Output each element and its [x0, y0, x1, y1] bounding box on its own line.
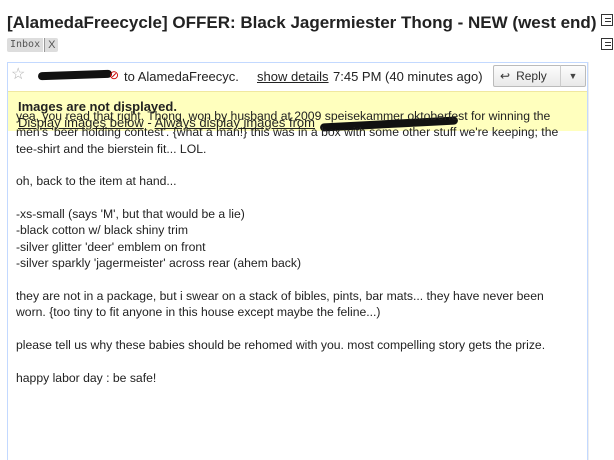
recipient-text: to AlamedaFreecyc.	[124, 69, 239, 84]
list-item: -xs-small (says 'M', but that would be a…	[16, 207, 245, 222]
email-subject: [AlamedaFreecycle] OFFER: Black Jagermie…	[7, 13, 597, 32]
body-paragraph: please tell us why these babies should b…	[16, 337, 546, 352]
body-paragraph: happy labor day : be safe!	[16, 370, 157, 385]
message-body: yea, you read that right. Thong. won by …	[16, 108, 576, 403]
new-window-icon[interactable]	[601, 14, 613, 26]
list-item: -black cotton w/ black shiny trim	[16, 223, 189, 238]
item-details-list: -xs-small (says 'M', but that would be a…	[16, 206, 576, 271]
side-toolbar	[601, 14, 614, 62]
reply-button[interactable]: ↩ Reply	[493, 65, 561, 87]
list-item: -silver glitter 'deer' emblem on front	[16, 239, 206, 254]
body-paragraph: yea, you read that right. Thong. won by …	[16, 109, 559, 156]
label-inbox[interactable]: Inbox	[7, 38, 44, 52]
body-paragraph: they are not in a package, but i swear o…	[16, 288, 544, 320]
scroll-gutter	[588, 62, 589, 460]
chevron-down-icon: ▼	[568, 71, 578, 81]
reply-label: Reply	[516, 69, 547, 83]
print-icon[interactable]	[601, 38, 613, 50]
remove-label-button[interactable]: X	[44, 38, 59, 52]
presence-icon: ⊘	[109, 68, 120, 82]
message-header[interactable]: ☆ ⊘ to AlamedaFreecyc. show details 7:45…	[8, 63, 587, 91]
body-paragraph: oh, back to the item at hand...	[16, 174, 177, 189]
more-actions-dropdown[interactable]: ▼	[560, 65, 586, 87]
star-icon[interactable]: ☆	[11, 67, 25, 83]
sender-name-redacted[interactable]	[37, 69, 113, 81]
list-item: -silver sparkly 'jagermeister' across re…	[16, 256, 302, 271]
show-details-link[interactable]: show details	[257, 69, 329, 84]
label-list: Inbox X	[7, 38, 59, 52]
reply-arrow-icon: ↩	[500, 69, 511, 83]
message-time: 7:45 PM (40 minutes ago)	[333, 69, 483, 84]
